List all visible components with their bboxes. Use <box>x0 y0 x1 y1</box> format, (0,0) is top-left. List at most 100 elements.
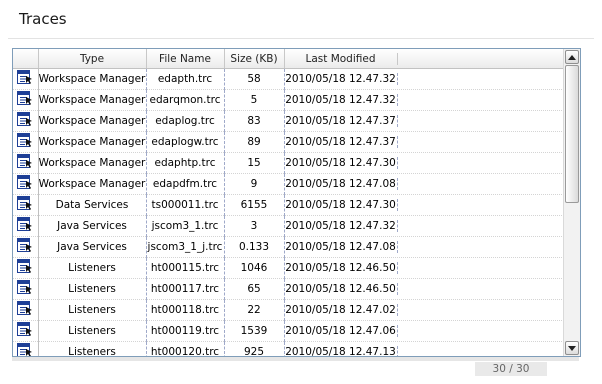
file-name-cell: edapth.trc <box>146 68 225 90</box>
table-row[interactable]: Workspace Manager edapth.trc 58 2010/05/18 … <box>13 68 564 90</box>
size-cell: 83 <box>224 110 285 132</box>
table-row[interactable]: Listeners ht000120.trc 925 2010/05/18 12.47… <box>13 341 564 357</box>
row-icon-cell[interactable] <box>13 194 39 216</box>
traces-table: Type File Name Size (KB) Last Modified W… <box>13 49 564 357</box>
column-header-last-modified[interactable]: Last Modified <box>284 49 564 69</box>
table-row[interactable]: Listeners ht000117.trc 65 2010/05/18 12.46.… <box>13 278 564 300</box>
trace-file-icon[interactable] <box>17 280 33 298</box>
row-icon-cell[interactable] <box>13 68 39 90</box>
file-name-cell: ht000115.trc <box>146 257 225 279</box>
last-modified-value: 2010/05/18 12.47.30 <box>285 157 398 169</box>
last-modified-value: 2010/05/18 12.47.02 <box>285 304 398 316</box>
table-row[interactable]: Listeners ht000119.trc 1539 2010/05/18 12.4… <box>13 320 564 342</box>
file-name-cell: ts000011.trc <box>146 194 225 216</box>
last-modified-cell: 2010/05/18 12.47.37 <box>284 131 564 153</box>
scroll-down-arrow-icon <box>568 345 576 351</box>
file-name-cell: edaphtp.trc <box>146 152 225 174</box>
trace-file-icon[interactable] <box>17 196 33 214</box>
last-modified-cell: 2010/05/18 12.47.06 <box>284 320 564 342</box>
scroll-down-button[interactable] <box>565 341 579 355</box>
table-row[interactable]: Data Services ts000011.trc 6155 2010/05/18 … <box>13 194 564 216</box>
type-cell: Workspace Manager <box>38 68 147 90</box>
row-icon-cell[interactable] <box>13 152 39 174</box>
file-name-cell: edaplog.trc <box>146 110 225 132</box>
size-cell: 15 <box>224 152 285 174</box>
table-row[interactable]: Java Services jscom3_1_j.trc 0.133 2010/05/… <box>13 236 564 258</box>
file-name-cell: ht000118.trc <box>146 299 225 321</box>
file-name-cell: edaplogw.trc <box>146 131 225 153</box>
last-modified-value: 2010/05/18 12.47.32 <box>285 220 398 232</box>
trace-file-icon[interactable] <box>17 175 33 193</box>
row-icon-cell[interactable] <box>13 278 39 300</box>
file-name-cell: jscom3_1.trc <box>146 215 225 237</box>
trace-file-icon[interactable] <box>17 154 33 172</box>
trace-file-icon[interactable] <box>17 343 33 356</box>
column-header-size[interactable]: Size (KB) <box>224 49 285 69</box>
vertical-scrollbar[interactable] <box>563 49 580 356</box>
last-modified-value: 2010/05/18 12.47.13 <box>285 346 398 357</box>
file-name-cell: edarqmon.trc <box>146 89 225 111</box>
size-cell: 0.133 <box>224 236 285 258</box>
column-header-icon[interactable] <box>13 49 39 69</box>
last-modified-cell: 2010/05/18 12.47.32 <box>284 68 564 90</box>
type-cell: Java Services <box>38 215 147 237</box>
table-row[interactable]: Workspace Manager edarqmon.trc 5 2010/05/18… <box>13 89 564 111</box>
trace-file-icon[interactable] <box>17 259 33 277</box>
trace-file-icon[interactable] <box>17 238 33 256</box>
table-row[interactable]: Listeners ht000115.trc 1046 2010/05/18 12.4… <box>13 257 564 279</box>
row-icon-cell[interactable] <box>13 299 39 321</box>
row-icon-cell[interactable] <box>13 89 39 111</box>
last-modified-value: 2010/05/18 12.47.32 <box>285 94 398 106</box>
row-count-indicator: 30 / 30 <box>475 362 547 376</box>
trace-file-icon[interactable] <box>17 133 33 151</box>
table-row[interactable]: Listeners ht000118.trc 22 2010/05/18 12.47.… <box>13 299 564 321</box>
file-name-cell: jscom3_1_j.trc <box>146 236 225 258</box>
row-icon-cell[interactable] <box>13 341 39 356</box>
scroll-up-arrow-icon <box>568 54 576 60</box>
last-modified-cell: 2010/05/18 12.47.32 <box>284 89 564 111</box>
trace-file-icon[interactable] <box>17 217 33 235</box>
traces-grid: Type File Name Size (KB) Last Modified W… <box>12 48 581 357</box>
scroll-up-button[interactable] <box>565 50 579 64</box>
row-icon-cell[interactable] <box>13 173 39 195</box>
scrollbar-thumb[interactable] <box>565 65 579 203</box>
last-modified-value: 2010/05/18 12.47.06 <box>285 325 398 337</box>
column-header-type[interactable]: Type <box>38 49 147 69</box>
column-header-file-name[interactable]: File Name <box>146 49 225 69</box>
size-cell: 1539 <box>224 320 285 342</box>
table-row[interactable]: Workspace Manager edaplogw.trc 89 2010/05/1… <box>13 131 564 153</box>
last-modified-value: 2010/05/18 12.47.37 <box>285 115 398 127</box>
trace-file-icon[interactable] <box>17 112 33 130</box>
row-icon-cell[interactable] <box>13 320 39 342</box>
table-row[interactable]: Workspace Manager edapdfm.trc 9 2010/05/18 … <box>13 173 564 195</box>
size-cell: 22 <box>224 299 285 321</box>
column-header-last-modified-label: Last Modified <box>285 52 398 65</box>
title-divider <box>8 38 594 39</box>
row-icon-cell[interactable] <box>13 131 39 153</box>
last-modified-value: 2010/05/18 12.47.32 <box>285 73 398 85</box>
trace-file-icon[interactable] <box>17 91 33 109</box>
type-cell: Listeners <box>38 278 147 300</box>
last-modified-value: 2010/05/18 12.46.50 <box>285 262 398 274</box>
table-row[interactable]: Workspace Manager edaplog.trc 83 2010/05/18… <box>13 110 564 132</box>
type-cell: Workspace Manager <box>38 152 147 174</box>
type-cell: Workspace Manager <box>38 89 147 111</box>
type-cell: Workspace Manager <box>38 110 147 132</box>
row-icon-cell[interactable] <box>13 257 39 279</box>
row-icon-cell[interactable] <box>13 236 39 258</box>
trace-file-icon[interactable] <box>17 70 33 88</box>
size-cell: 3 <box>224 215 285 237</box>
last-modified-cell: 2010/05/18 12.47.13 <box>284 341 564 357</box>
last-modified-value: 2010/05/18 12.46.50 <box>285 283 398 295</box>
row-icon-cell[interactable] <box>13 110 39 132</box>
trace-file-icon[interactable] <box>17 322 33 340</box>
table-row[interactable]: Workspace Manager edaphtp.trc 15 2010/05/18… <box>13 152 564 174</box>
file-name-cell: ht000120.trc <box>146 341 225 356</box>
size-cell: 58 <box>224 68 285 90</box>
trace-file-icon[interactable] <box>17 301 33 319</box>
last-modified-cell: 2010/05/18 12.47.30 <box>284 194 564 216</box>
row-icon-cell[interactable] <box>13 215 39 237</box>
header-row: Type File Name Size (KB) Last Modified <box>13 49 564 69</box>
last-modified-cell: 2010/05/18 12.47.32 <box>284 215 564 237</box>
table-row[interactable]: Java Services jscom3_1.trc 3 2010/05/18 12.… <box>13 215 564 237</box>
